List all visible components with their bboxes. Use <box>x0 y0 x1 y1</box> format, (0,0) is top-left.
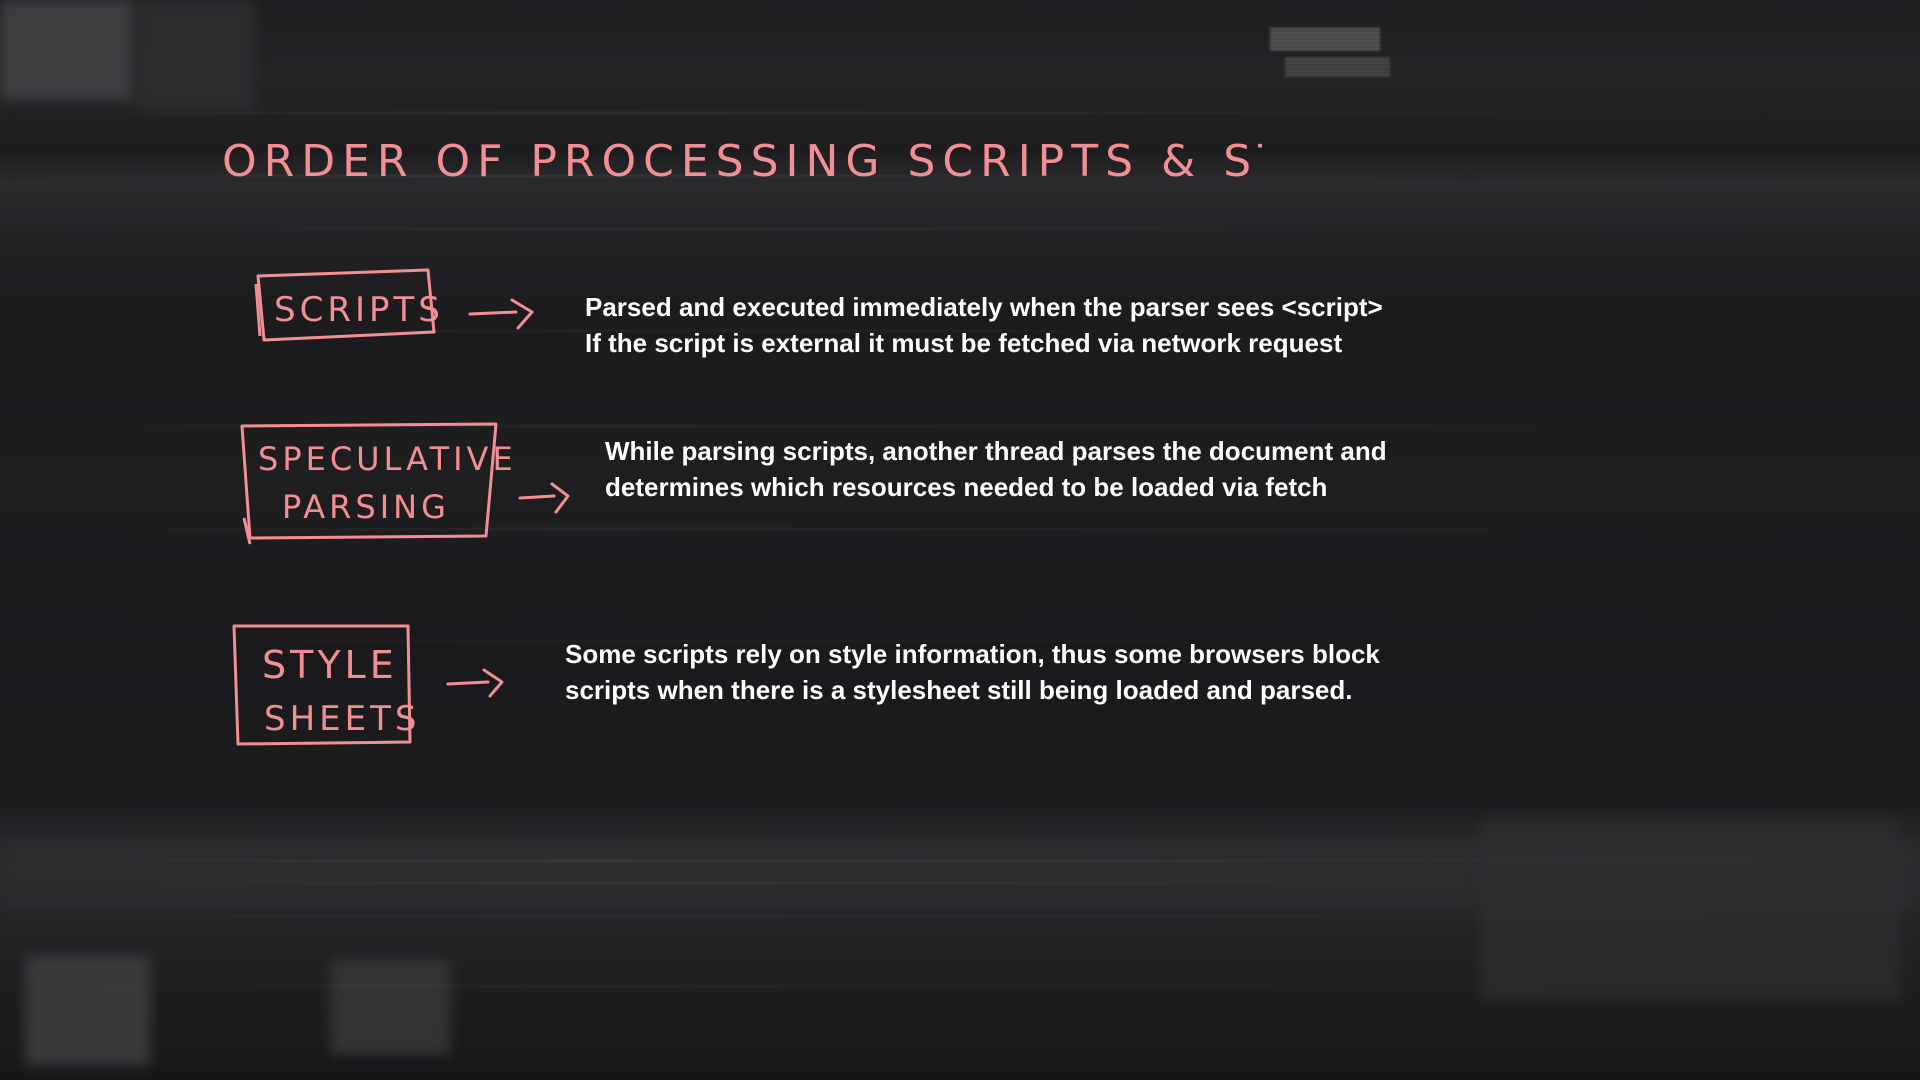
description-line: Some scripts rely on style information, … <box>565 639 1380 669</box>
label-box-style-sheets: STYLE SHEETS <box>228 622 418 752</box>
bg-streak <box>0 985 1920 987</box>
label-box-scripts: SCRIPTS <box>252 264 452 354</box>
bg-patch-top-left <box>0 0 135 100</box>
description-line: determines which resources needed to be … <box>605 472 1328 502</box>
label-text: PARSING <box>282 488 450 526</box>
arrow-right-icon <box>446 668 504 698</box>
page-title: ORDER OF PROCESSING SCRIPTS & STYLESHEET… <box>222 118 1599 198</box>
bg-streak <box>0 228 1920 230</box>
bg-streak <box>0 882 1920 884</box>
bg-patch-bottom-mid <box>330 960 450 1055</box>
bg-streak <box>0 112 1800 114</box>
bg-patch-top-left-2 <box>135 0 255 110</box>
label-text: SPECULATIVE <box>258 440 517 478</box>
description-line: Parsed and executed immediately when the… <box>585 292 1383 322</box>
label-text: STYLE <box>262 643 398 687</box>
label-text: SCRIPTS <box>274 290 444 330</box>
page-title-text: ORDER OF PROCESSING SCRIPTS & STYLESHEET… <box>222 136 1262 187</box>
bg-patch-bottom-left <box>25 955 150 1065</box>
description-line: While parsing scripts, another thread pa… <box>605 436 1387 466</box>
description-line: scripts when there is a stylesheet still… <box>565 675 1353 705</box>
bg-streak <box>0 860 1920 862</box>
section-description-style-sheets: Some scripts rely on style information, … <box>565 636 1380 708</box>
section-description-scripts: Parsed and executed immediately when the… <box>585 289 1383 361</box>
arrow-right-icon <box>518 482 570 514</box>
section-description-speculative-parsing: While parsing scripts, another thread pa… <box>605 433 1387 505</box>
bg-streak <box>0 915 1920 917</box>
description-line: If the script is external it must be fet… <box>585 328 1343 358</box>
bg-glitch-top-right <box>1270 28 1380 50</box>
label-box-speculative-parsing: SPECULATIVE PARSING <box>236 420 513 550</box>
label-text: SHEETS <box>264 699 420 739</box>
arrow-right-icon <box>468 298 534 330</box>
bg-glitch-top-right-2 <box>1285 58 1390 78</box>
bg-patch-bottom-right <box>1480 820 1900 1000</box>
